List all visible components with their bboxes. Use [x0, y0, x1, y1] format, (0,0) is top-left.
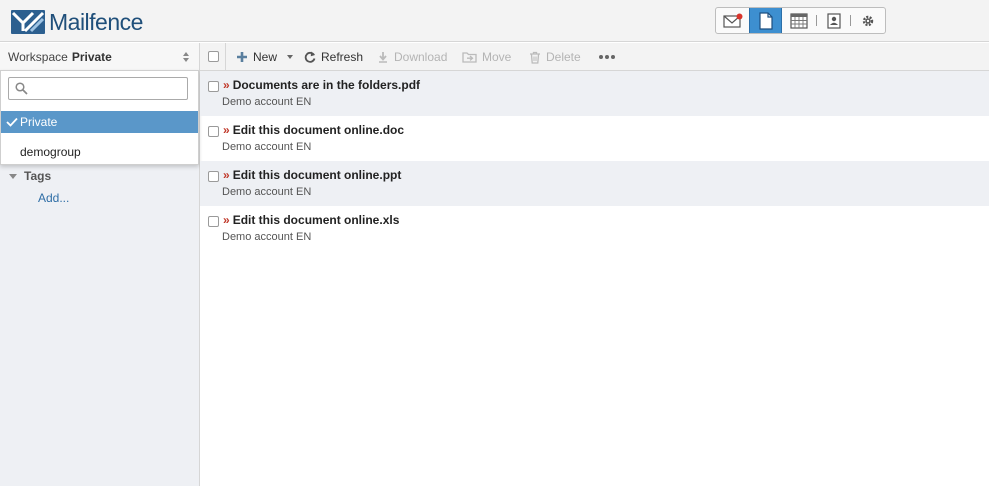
workspace-option-demogroup[interactable]: demogroup [1, 141, 198, 163]
documents-toolbar: New Refresh Download Move Delete [200, 43, 989, 71]
contact-card-icon [826, 12, 841, 29]
double-arrow-icon: » [223, 123, 230, 137]
document-owner: Demo account EN [222, 141, 312, 153]
document-row[interactable]: » Documents are in the folders.pdf Demo a… [200, 71, 989, 116]
gear-icon [862, 15, 873, 26]
document-title[interactable]: » Documents are in the folders.pdf [223, 78, 420, 92]
row-checkbox[interactable] [208, 126, 219, 137]
search-icon [15, 82, 28, 95]
workspace-option-label: Private [20, 115, 58, 129]
workspace-dropdown: Private demogroup [0, 70, 199, 165]
workspace-selector[interactable]: Workspace Private [0, 43, 199, 71]
workspace-search-input[interactable] [33, 80, 183, 97]
refresh-icon [304, 51, 316, 63]
move-button[interactable]: Move [462, 43, 511, 71]
toolbar-divider [225, 43, 226, 71]
row-checkbox[interactable] [208, 171, 219, 182]
new-button[interactable]: New [236, 43, 294, 71]
refresh-button[interactable]: Refresh [304, 43, 363, 71]
row-checkbox[interactable] [208, 81, 219, 92]
move-folder-icon [462, 52, 477, 63]
document-name: Documents are in the folders.pdf [232, 78, 421, 92]
workspace-label: Workspace [8, 49, 68, 64]
document-owner: Demo account EN [222, 96, 312, 108]
refresh-button-label: Refresh [321, 50, 364, 64]
app-mail-button[interactable] [716, 8, 749, 33]
workspace-search-field[interactable] [8, 77, 188, 100]
delete-button[interactable]: Delete [529, 43, 581, 71]
document-title[interactable]: » Edit this document online.xls [223, 213, 399, 227]
double-arrow-icon: » [223, 78, 230, 92]
app-header: Mailfence [0, 0, 989, 42]
plus-icon [237, 52, 247, 62]
move-button-label: Move [482, 50, 512, 64]
document-icon [758, 11, 773, 30]
document-name: Edit this document online.xls [232, 213, 400, 227]
workspace-option-label: demogroup [20, 145, 81, 159]
row-checkbox[interactable] [208, 216, 219, 227]
document-title[interactable]: » Edit this document online.doc [223, 123, 404, 137]
document-list: » Documents are in the folders.pdf Demo a… [200, 71, 989, 251]
app-documents-button[interactable] [749, 8, 782, 33]
checkmark-icon [6, 117, 18, 127]
workspace-value: Private [71, 49, 112, 64]
chevron-down-icon [287, 55, 294, 59]
collapse-triangle-icon [9, 174, 17, 179]
mailfence-logo-icon [11, 10, 45, 34]
envelope-icon [722, 13, 742, 28]
download-button-label: Download [394, 50, 448, 64]
document-owner: Demo account EN [222, 186, 312, 198]
sort-arrows-icon [183, 52, 189, 62]
download-button[interactable]: Download [377, 43, 447, 71]
trash-icon [530, 51, 540, 64]
tags-add-link[interactable]: Add... [38, 191, 69, 205]
select-all-checkbox[interactable] [208, 51, 219, 62]
app-switcher [715, 7, 886, 34]
app-settings-button[interactable] [851, 8, 884, 33]
document-row[interactable]: » Edit this document online.ppt Demo acco… [200, 161, 989, 206]
more-dots-icon [599, 55, 603, 59]
workspace-option-private[interactable]: Private [1, 111, 198, 133]
tags-section-toggle[interactable]: Tags [9, 169, 51, 183]
document-row[interactable]: » Edit this document online.xls Demo acco… [200, 206, 989, 251]
calendar-icon [790, 12, 808, 29]
new-button-label: New [253, 50, 278, 64]
app-contacts-button[interactable] [817, 8, 850, 33]
double-arrow-icon: » [223, 213, 230, 227]
document-title[interactable]: » Edit this document online.ppt [223, 168, 401, 182]
document-owner: Demo account EN [222, 231, 312, 243]
document-row[interactable]: » Edit this document online.doc Demo acco… [200, 116, 989, 161]
mailfence-logo[interactable]: Mailfence [11, 8, 143, 36]
logo-text: Mailfence [49, 8, 143, 35]
tags-title: Tags [24, 169, 52, 183]
double-arrow-icon: » [223, 168, 230, 182]
document-name: Edit this document online.ppt [232, 168, 402, 182]
more-actions-button[interactable] [599, 55, 615, 59]
delete-button-label: Delete [546, 50, 581, 64]
app-calendar-button[interactable] [782, 8, 816, 33]
document-name: Edit this document online.doc [232, 123, 405, 137]
download-icon [379, 52, 387, 63]
